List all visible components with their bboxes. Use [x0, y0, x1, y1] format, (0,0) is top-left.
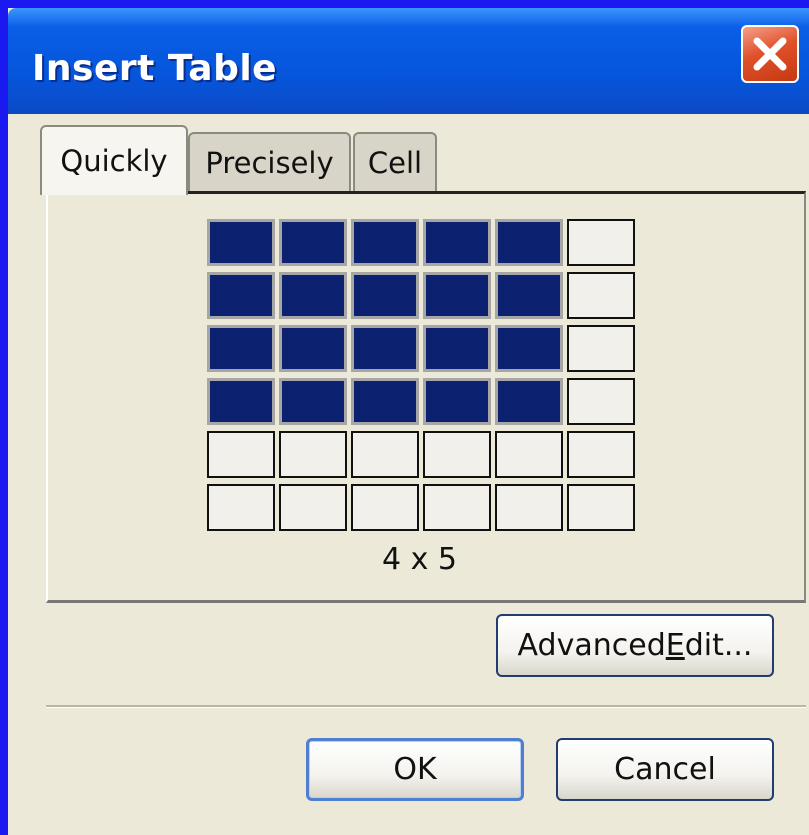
grid-cell[interactable]	[495, 219, 563, 266]
grid-cell[interactable]	[351, 378, 419, 425]
grid-cell[interactable]	[423, 272, 491, 319]
advanced-edit-suffix: dit...	[684, 628, 753, 663]
grid-cell[interactable]	[207, 378, 275, 425]
close-icon	[753, 37, 787, 71]
grid-cell[interactable]	[423, 325, 491, 372]
grid-cell[interactable]	[207, 484, 275, 531]
tab-cell[interactable]: Cell	[353, 132, 437, 192]
table-size-label: 4 x 5	[382, 542, 457, 577]
ok-button-label: OK	[393, 752, 437, 787]
grid-cell[interactable]	[423, 219, 491, 266]
grid-cell[interactable]	[351, 219, 419, 266]
advanced-edit-button[interactable]: Advanced Edit...	[496, 614, 774, 677]
grid-cell[interactable]	[207, 431, 275, 478]
separator	[46, 705, 806, 708]
tab-precisely-label: Precisely	[205, 146, 334, 180]
grid-cell[interactable]	[351, 325, 419, 372]
grid-cell[interactable]	[495, 325, 563, 372]
grid-cell[interactable]	[495, 378, 563, 425]
title-bar[interactable]: Insert Table	[8, 8, 809, 114]
cancel-button[interactable]: Cancel	[556, 738, 774, 801]
tab-precisely[interactable]: Precisely	[188, 132, 351, 192]
grid-cell[interactable]	[567, 378, 635, 425]
grid-cell[interactable]	[567, 219, 635, 266]
grid-cell[interactable]	[351, 272, 419, 319]
grid-cell[interactable]	[279, 431, 347, 478]
grid-cell[interactable]	[495, 431, 563, 478]
grid-cell[interactable]	[567, 272, 635, 319]
grid-cell[interactable]	[567, 325, 635, 372]
grid-cell[interactable]	[423, 484, 491, 531]
window-title: Insert Table	[32, 48, 278, 89]
close-button[interactable]	[741, 25, 799, 83]
grid-cell[interactable]	[351, 431, 419, 478]
grid-cell[interactable]	[567, 431, 635, 478]
grid-cell[interactable]	[279, 378, 347, 425]
grid-cell[interactable]	[279, 484, 347, 531]
grid-cell[interactable]	[207, 272, 275, 319]
cancel-button-label: Cancel	[614, 752, 716, 787]
grid-cell[interactable]	[207, 325, 275, 372]
tab-quickly[interactable]: Quickly	[40, 125, 188, 195]
ok-button[interactable]: OK	[306, 738, 524, 801]
grid-cell[interactable]	[279, 219, 347, 266]
grid-cell[interactable]	[567, 484, 635, 531]
grid-cell[interactable]	[495, 272, 563, 319]
grid-cell[interactable]	[351, 484, 419, 531]
grid-cell[interactable]	[279, 325, 347, 372]
tab-quickly-label: Quickly	[60, 144, 168, 178]
tab-cell-label: Cell	[367, 146, 423, 180]
grid-cell[interactable]	[423, 431, 491, 478]
grid-cell[interactable]	[495, 484, 563, 531]
insert-table-dialog: Insert Table Quickly Precisely Cell 4 x …	[8, 8, 809, 835]
grid-cell[interactable]	[423, 378, 491, 425]
grid-cell[interactable]	[279, 272, 347, 319]
advanced-edit-prefix: Advanced	[517, 628, 666, 663]
grid-cell[interactable]	[207, 219, 275, 266]
advanced-edit-mnemonic: E	[665, 628, 685, 663]
